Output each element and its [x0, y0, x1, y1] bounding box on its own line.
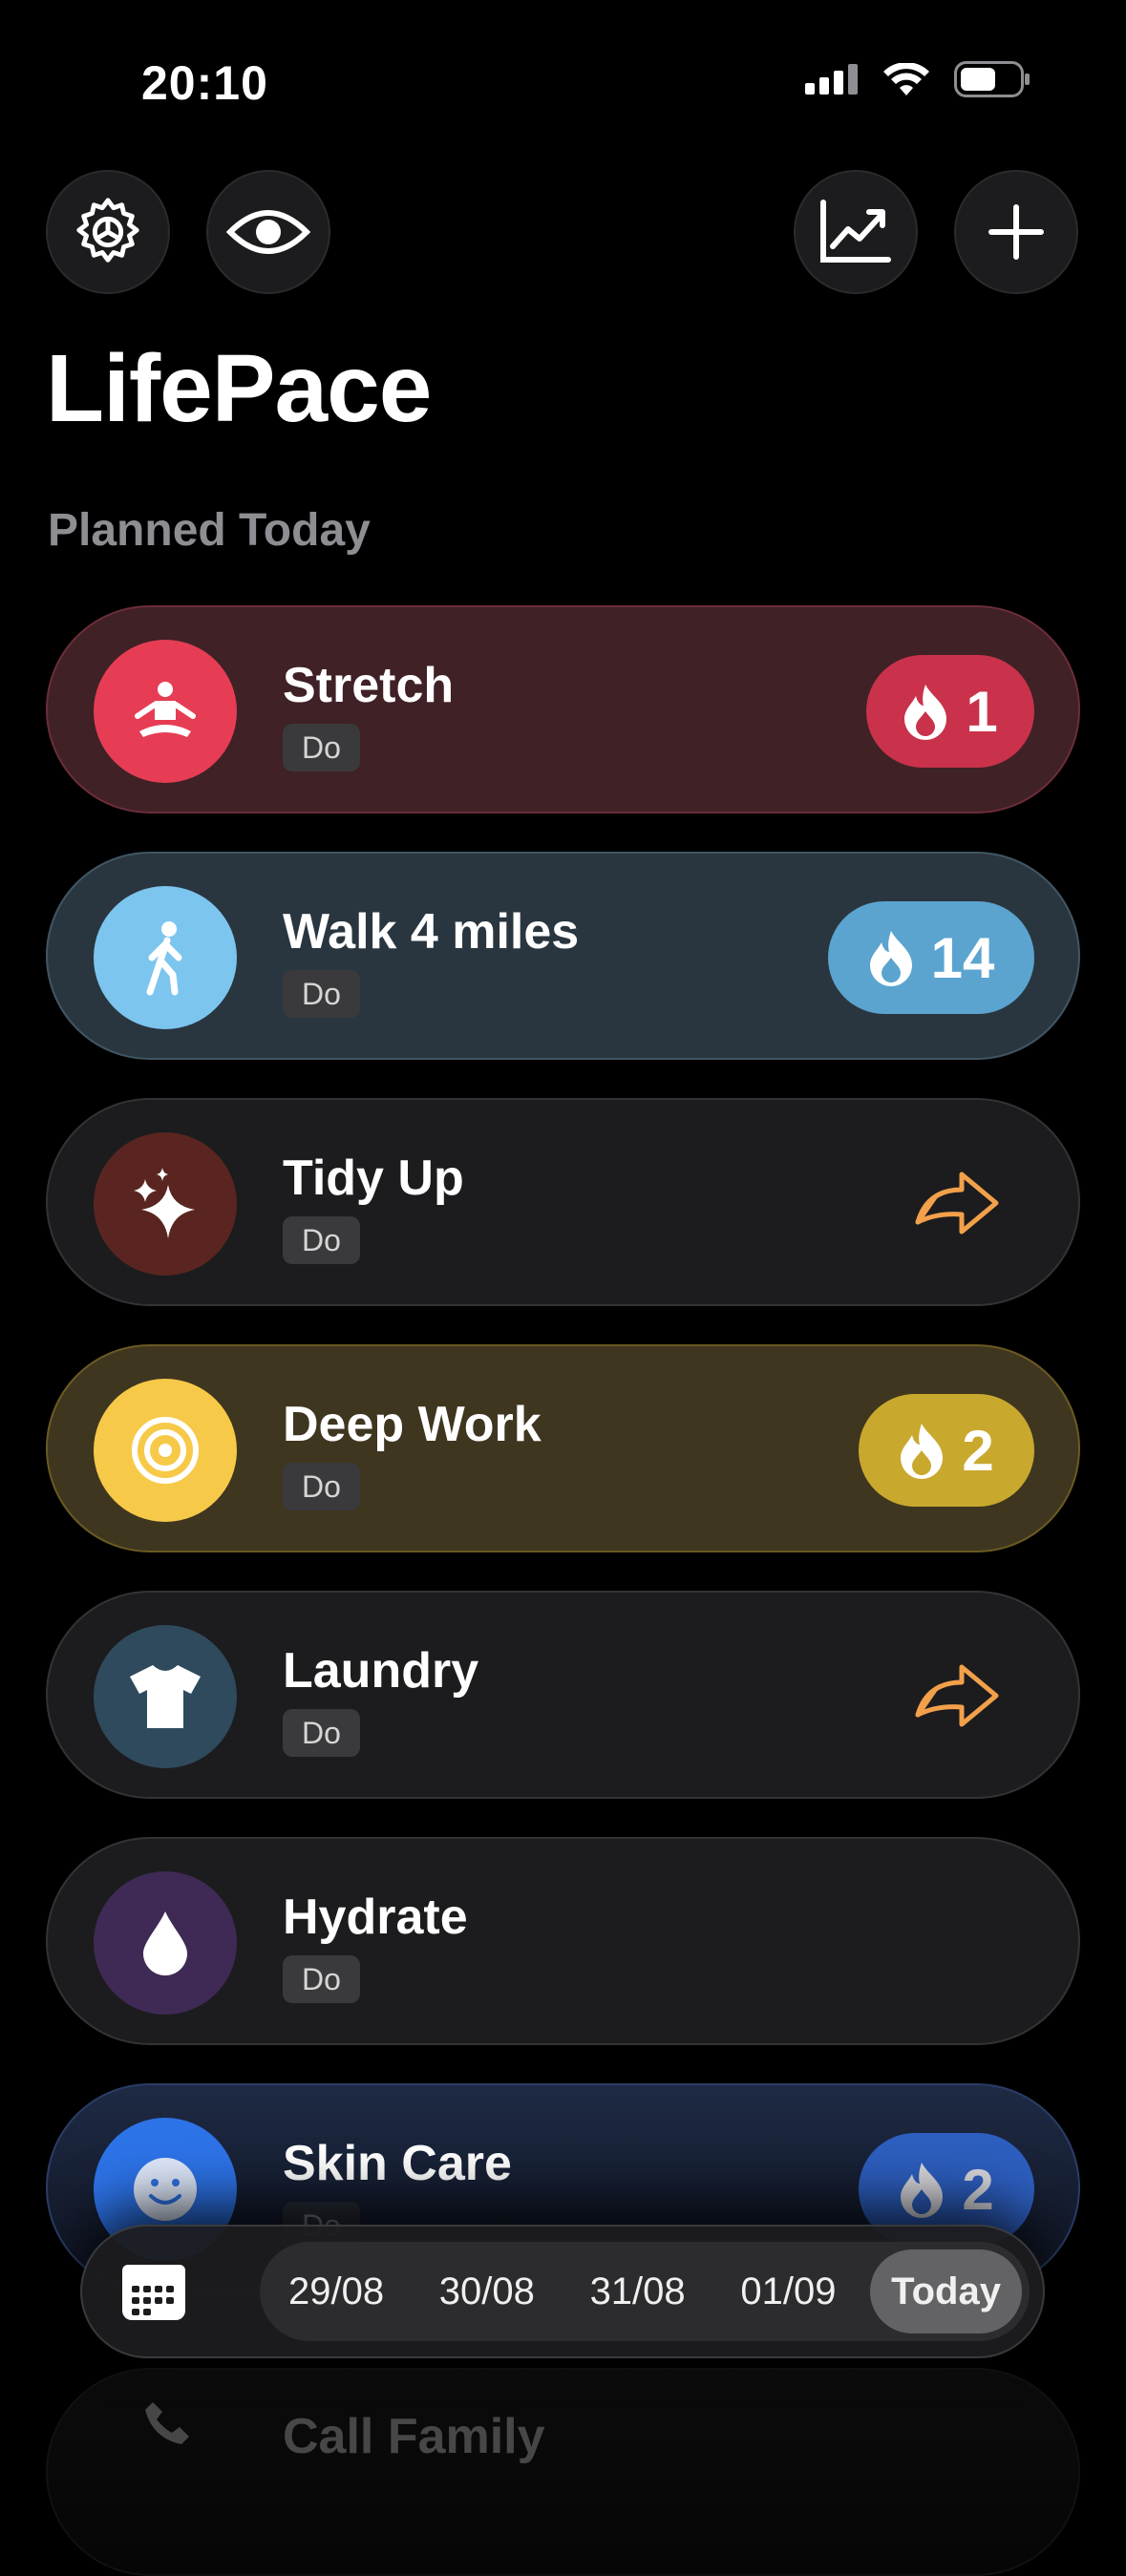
date-31-08[interactable]: 31/08 — [569, 2249, 707, 2333]
calendar-icon[interactable] — [120, 2259, 187, 2322]
habit-name: Call Family — [283, 2409, 545, 2464]
wifi-icon — [883, 63, 929, 95]
streak-count: 2 — [962, 2157, 994, 2222]
flame-icon — [901, 2163, 944, 2218]
habit-name: Hydrate — [283, 1890, 468, 1945]
date-today[interactable]: Today — [870, 2249, 1022, 2333]
date-bar: 29/08 30/08 31/08 01/09 Today — [80, 2225, 1045, 2358]
habit-tag: Do — [283, 1955, 360, 2003]
eye-icon — [226, 210, 310, 254]
habit-tag: Do — [283, 1463, 360, 1510]
flame-icon — [901, 1424, 944, 1479]
habit-icon — [94, 886, 237, 1029]
habit-name: Stretch — [283, 658, 455, 713]
date-01-09[interactable]: 01/09 — [719, 2249, 857, 2333]
habit-card-stretch[interactable]: Stretch Do 1 — [46, 605, 1080, 813]
streak-count: 1 — [966, 679, 998, 744]
chart-icon — [820, 200, 891, 263]
flame-icon — [904, 685, 947, 740]
walking-icon — [146, 921, 182, 996]
habit-card-hydrate[interactable]: Hydrate Do — [46, 1837, 1080, 2045]
habit-tag: Do — [283, 1216, 360, 1264]
visibility-button[interactable] — [206, 170, 330, 294]
habit-name: Skin Care — [283, 2136, 512, 2191]
target-icon — [132, 1417, 199, 1484]
skip-arrow-icon[interactable] — [914, 1169, 1000, 1239]
drop-icon — [143, 1911, 187, 1975]
section-title: Planned Today — [48, 505, 371, 556]
status-time: 20:10 — [141, 56, 268, 110]
habit-name: Tidy Up — [283, 1151, 464, 1206]
settings-button[interactable] — [46, 170, 170, 294]
habit-name: Walk 4 miles — [283, 904, 580, 960]
habit-card-walk[interactable]: Walk 4 miles Do 14 — [46, 852, 1080, 1060]
status-icons — [805, 61, 1030, 97]
plus-icon — [988, 204, 1044, 260]
smiley-icon — [134, 2158, 197, 2221]
phone-icon — [145, 2402, 189, 2444]
streak-badge[interactable]: 2 — [859, 1394, 1034, 1507]
habit-name: Deep Work — [283, 1397, 542, 1452]
add-habit-button[interactable] — [954, 170, 1078, 294]
streak-badge[interactable]: 1 — [866, 655, 1034, 768]
skip-arrow-icon[interactable] — [914, 1661, 1000, 1732]
streak-count: 2 — [962, 1418, 994, 1483]
habit-card-laundry[interactable]: Laundry Do — [46, 1591, 1080, 1799]
habit-icon — [94, 1379, 237, 1522]
habit-tag: Do — [283, 970, 360, 1018]
gear-icon — [76, 198, 139, 263]
app-title: LifePace — [46, 335, 432, 442]
habit-tag: Do — [283, 1709, 360, 1757]
statistics-button[interactable] — [794, 170, 918, 294]
habit-icon — [94, 1871, 237, 2015]
habit-card-deep-work[interactable]: Deep Work Do 2 — [46, 1344, 1080, 1552]
flame-icon — [869, 931, 912, 986]
streak-count: 14 — [930, 925, 995, 990]
date-29-08[interactable]: 29/08 — [267, 2249, 405, 2333]
sparkles-icon — [134, 1168, 195, 1238]
tshirt-icon — [130, 1665, 201, 1728]
habit-list: Stretch Do 1 Walk 4 miles Do 14 Tidy Up … — [46, 605, 1080, 2330]
battery-icon — [954, 61, 1030, 97]
date-30-08[interactable]: 30/08 — [418, 2249, 556, 2333]
habit-icon — [94, 1132, 237, 1276]
date-selector: 29/08 30/08 31/08 01/09 Today — [260, 2242, 1030, 2341]
habit-icon — [94, 1625, 237, 1768]
habit-card-call-family[interactable]: Call Family — [46, 2368, 1080, 2576]
habit-tag: Do — [283, 724, 360, 771]
cellular-signal-icon — [805, 64, 858, 95]
yoga-icon — [135, 682, 196, 737]
streak-badge[interactable]: 14 — [828, 901, 1034, 1014]
habit-card-tidy-up[interactable]: Tidy Up Do — [46, 1098, 1080, 1306]
habit-icon — [94, 640, 237, 783]
habit-name: Laundry — [283, 1643, 479, 1699]
